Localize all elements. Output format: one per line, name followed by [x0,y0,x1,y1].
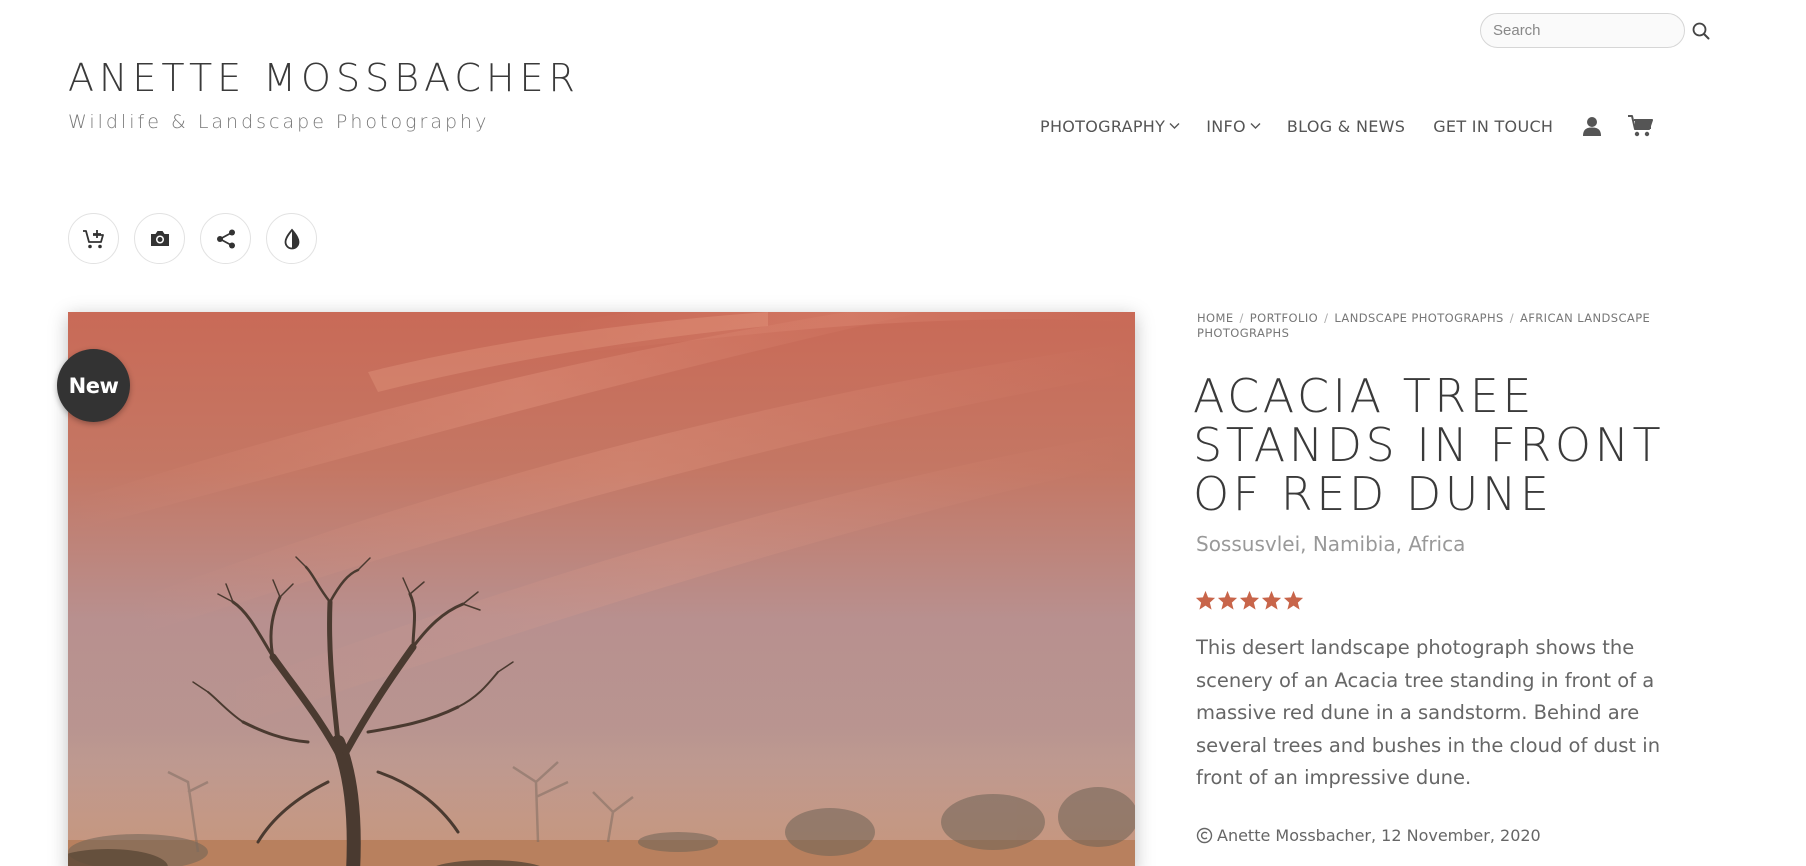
copyright-text: Anette Mossbacher, 12 November, 2020 [1217,826,1541,845]
star-icon [1261,590,1282,615]
breadcrumb-separator: / [1324,311,1329,325]
user-icon[interactable] [1581,115,1603,137]
star-rating [1195,590,1304,615]
contrast-icon [282,228,302,250]
nav-item-blog[interactable]: BLOG & NEWS [1287,117,1405,136]
star-icon [1239,590,1260,615]
breadcrumb-separator: / [1509,311,1514,325]
camera-icon [149,229,171,248]
breadcrumb: HOME / PORTFOLIO / LANDSCAPE PHOTOGRAPHS / AFR… [1197,311,1697,341]
product-title: ACACIA TREE STANDS IN FRONT OF RED DUNE [1193,369,1665,521]
search-icon[interactable] [1692,20,1710,42]
main-nav: PHOTOGRAPHY INFO BLOG & NEWS GET IN TOUC… [1040,112,1654,140]
product-location: Sossusvlei, Namibia, Africa [1196,532,1466,556]
new-badge: New [57,349,130,422]
nav-item-label: INFO [1206,116,1246,136]
product-photo[interactable] [68,312,1135,866]
nav-item-photography[interactable]: PHOTOGRAPHY [1040,117,1180,136]
share-button[interactable] [200,213,251,264]
nav-item-label: BLOG & NEWS [1286,116,1406,136]
product-description: This desert landscape photograph shows t… [1196,636,1661,789]
nav-item-contact[interactable]: GET IN TOUCH [1433,117,1553,136]
chevron-down-icon [1169,122,1180,130]
breadcrumb-landscape[interactable]: LANDSCAPE PHOTOGRAPHS [1334,311,1503,325]
acacia-dune-image [68,312,1135,866]
nav-item-info[interactable]: INFO [1206,117,1261,136]
breadcrumb-home[interactable]: HOME [1197,311,1234,325]
breadcrumb-separator: / [1239,311,1244,325]
cart-icon[interactable] [1627,114,1654,138]
star-icon [1217,590,1238,615]
breadcrumb-portfolio[interactable]: PORTFOLIO [1250,311,1318,325]
star-icon [1195,590,1216,615]
search-input[interactable] [1493,22,1692,39]
copyright-line: Anette Mossbacher, 12 November, 2020 [1196,826,1541,845]
search-box[interactable] [1480,13,1710,48]
camera-button[interactable] [134,213,185,264]
add-to-cart-button[interactable] [68,213,119,264]
share-icon [215,228,237,250]
photo-tools [68,213,317,264]
site-tagline: Wildlife & Landscape Photography [68,111,490,133]
nav-item-label: GET IN TOUCH [1433,116,1554,136]
chevron-down-icon [1250,122,1261,130]
star-icon [1283,590,1304,615]
site-title[interactable]: ANETTE MOSSBACHER [68,56,580,100]
copyright-icon [1196,827,1213,844]
nav-item-label: PHOTOGRAPHY [1040,116,1166,136]
contrast-button[interactable] [266,213,317,264]
add-to-cart-icon [82,228,106,250]
